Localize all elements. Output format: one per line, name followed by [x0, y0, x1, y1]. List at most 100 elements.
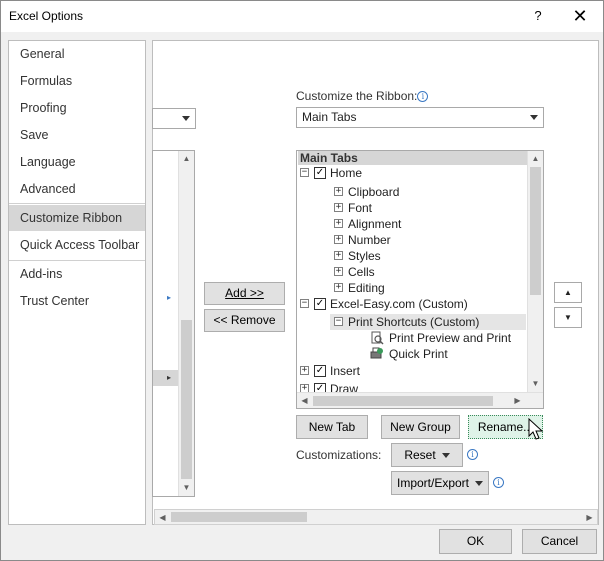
tree-item-label: Clipboard — [348, 185, 400, 199]
tree-item-number[interactable]: + Number — [297, 232, 527, 248]
tree-item-label: Number — [348, 233, 391, 247]
scroll-thumb[interactable] — [313, 396, 493, 406]
customizations-label: Customizations: — [296, 448, 382, 462]
tree-item-font[interactable]: + Font — [297, 200, 527, 216]
collapse-icon[interactable]: − — [300, 168, 309, 177]
nav-item-save[interactable]: Save — [9, 122, 145, 148]
scroll-down-icon[interactable]: ▼ — [179, 480, 194, 495]
info-icon: i — [493, 477, 504, 488]
checkbox-home[interactable]: ✓ — [314, 167, 326, 179]
scroll-up-icon[interactable]: ▲ — [179, 151, 194, 166]
nav-item-general[interactable]: General — [9, 41, 145, 67]
commands-list[interactable]: ▸ ▸ ▲ ▼ — [152, 150, 195, 497]
scroll-right-icon[interactable]: ▶ — [582, 510, 597, 525]
expand-icon[interactable]: + — [334, 283, 343, 292]
tree-item-clipboard[interactable]: + Clipboard — [297, 184, 527, 200]
choose-commands-dropdown[interactable] — [152, 108, 196, 129]
nav-item-quick-access-toolbar[interactable]: Quick Access Toolbar — [9, 232, 145, 258]
remove-button[interactable]: << Remove — [204, 309, 285, 332]
chevron-down-icon — [441, 453, 450, 458]
cancel-label: Cancel — [540, 534, 579, 548]
expand-icon[interactable]: + — [334, 251, 343, 260]
close-button[interactable]: ✕ — [567, 4, 593, 28]
tree-item-print-preview[interactable]: Print Preview and Print — [297, 330, 527, 346]
customize-ribbon-label: Customize the Ribbon: i — [296, 89, 429, 103]
expand-icon[interactable]: + — [334, 203, 343, 212]
tree-item-label: Print Preview and Print — [389, 331, 512, 345]
tree-item-excel-easy-custom[interactable]: − ✓ Excel-Easy.com (Custom) — [297, 296, 527, 312]
scroll-right-icon[interactable]: ▶ — [510, 393, 525, 408]
quick-print-icon — [370, 347, 383, 359]
scroll-thumb[interactable] — [171, 512, 307, 522]
tree-item-insert[interactable]: + ✓ Insert — [297, 363, 527, 379]
ribbon-tree-hscrollbar[interactable]: ◀ ▶ — [297, 392, 543, 408]
import-export-button[interactable]: Import/Export — [391, 471, 489, 495]
tree-item-quick-print[interactable]: Quick Print — [297, 346, 527, 362]
scroll-up-icon[interactable]: ▲ — [528, 151, 543, 166]
new-group-label: New Group — [390, 420, 451, 434]
scroll-left-icon[interactable]: ◀ — [297, 393, 312, 408]
tree-item-label: Font — [348, 201, 373, 215]
nav-item-add-ins[interactable]: Add-ins — [9, 261, 145, 287]
remove-button-label: << Remove — [213, 313, 276, 327]
content-panel: ▸ ▸ ▲ ▼ Add >> << Remove Customize the R… — [152, 40, 599, 525]
ribbon-tree-vscrollbar[interactable]: ▲ ▼ — [527, 151, 543, 392]
checkbox-insert[interactable]: ✓ — [314, 365, 326, 377]
tree-item-editing[interactable]: + Editing — [297, 280, 527, 296]
new-group-button[interactable]: New Group — [381, 415, 460, 439]
expand-icon[interactable]: + — [334, 235, 343, 244]
collapse-icon[interactable]: − — [334, 317, 343, 326]
nav-item-language[interactable]: Language — [9, 149, 145, 175]
nav-item-advanced[interactable]: Advanced — [9, 176, 145, 202]
tree-item-home[interactable]: − ✓ Home — [297, 165, 527, 181]
tree-item-label: Excel-Easy.com (Custom) — [330, 297, 468, 311]
chevron-down-icon — [475, 481, 484, 486]
expand-arrow-icon: ▸ — [166, 373, 171, 382]
nav-item-customize-ribbon[interactable]: Customize Ribbon — [9, 205, 145, 231]
expand-icon[interactable]: + — [334, 219, 343, 228]
tree-item-styles[interactable]: + Styles — [297, 248, 527, 264]
tree-item-label: Alignment — [348, 217, 402, 231]
tree-item-alignment[interactable]: + Alignment — [297, 216, 527, 232]
new-tab-button[interactable]: New Tab — [296, 415, 368, 439]
customize-ribbon-dropdown[interactable]: Main Tabs — [296, 107, 544, 128]
nav-item-formulas[interactable]: Formulas — [9, 68, 145, 94]
scroll-left-icon[interactable]: ◀ — [155, 510, 170, 525]
tree-item-cells[interactable]: + Cells — [297, 264, 527, 280]
tree-item-label: Insert — [330, 364, 361, 378]
move-down-button[interactable]: ▼ — [554, 307, 582, 328]
expand-icon[interactable]: + — [300, 366, 309, 375]
scroll-thumb[interactable] — [530, 167, 541, 295]
checkbox-excel-easy[interactable]: ✓ — [314, 298, 326, 310]
ok-button[interactable]: OK — [439, 529, 512, 554]
print-preview-icon — [371, 331, 384, 345]
info-icon: i — [417, 91, 429, 102]
help-button[interactable]: ? — [527, 5, 549, 27]
expand-icon[interactable]: + — [334, 267, 343, 276]
expand-icon[interactable]: + — [334, 187, 343, 196]
tree-item-label: Print Shortcuts (Custom) — [348, 315, 480, 329]
tree-header: Main Tabs — [298, 151, 543, 165]
customize-ribbon-dropdown-value: Main Tabs — [302, 110, 357, 124]
reset-button[interactable]: Reset — [391, 443, 463, 467]
nav-item-proofing[interactable]: Proofing — [9, 95, 145, 121]
tree-item-print-shortcuts-custom[interactable]: − Print Shortcuts (Custom) — [330, 314, 526, 330]
excel-options-dialog: Excel Options ? ✕ General Formulas Proof… — [0, 0, 604, 561]
scroll-down-icon[interactable]: ▼ — [528, 376, 543, 391]
ribbon-tree[interactable]: Main Tabs − ✓ Home + Clipboard + Font + … — [296, 150, 544, 409]
add-button-label: Add >> — [225, 286, 264, 300]
content-hscrollbar[interactable]: ◀ ▶ — [154, 509, 598, 525]
move-up-button[interactable]: ▲ — [554, 282, 582, 303]
tree-item-label: Quick Print — [389, 347, 448, 361]
title-bar: Excel Options ? ✕ — [1, 1, 603, 32]
tree-item-label: Home — [330, 166, 363, 180]
commands-list-scrollbar[interactable]: ▲ ▼ — [178, 151, 194, 496]
collapse-icon[interactable]: − — [300, 299, 309, 308]
ok-label: OK — [466, 534, 485, 548]
add-button[interactable]: Add >> — [204, 282, 285, 305]
cancel-button[interactable]: Cancel — [522, 529, 597, 554]
tree-item-label: Cells — [348, 265, 375, 279]
scroll-thumb[interactable] — [181, 320, 192, 479]
nav-item-trust-center[interactable]: Trust Center — [9, 288, 145, 314]
info-icon: i — [467, 449, 478, 460]
